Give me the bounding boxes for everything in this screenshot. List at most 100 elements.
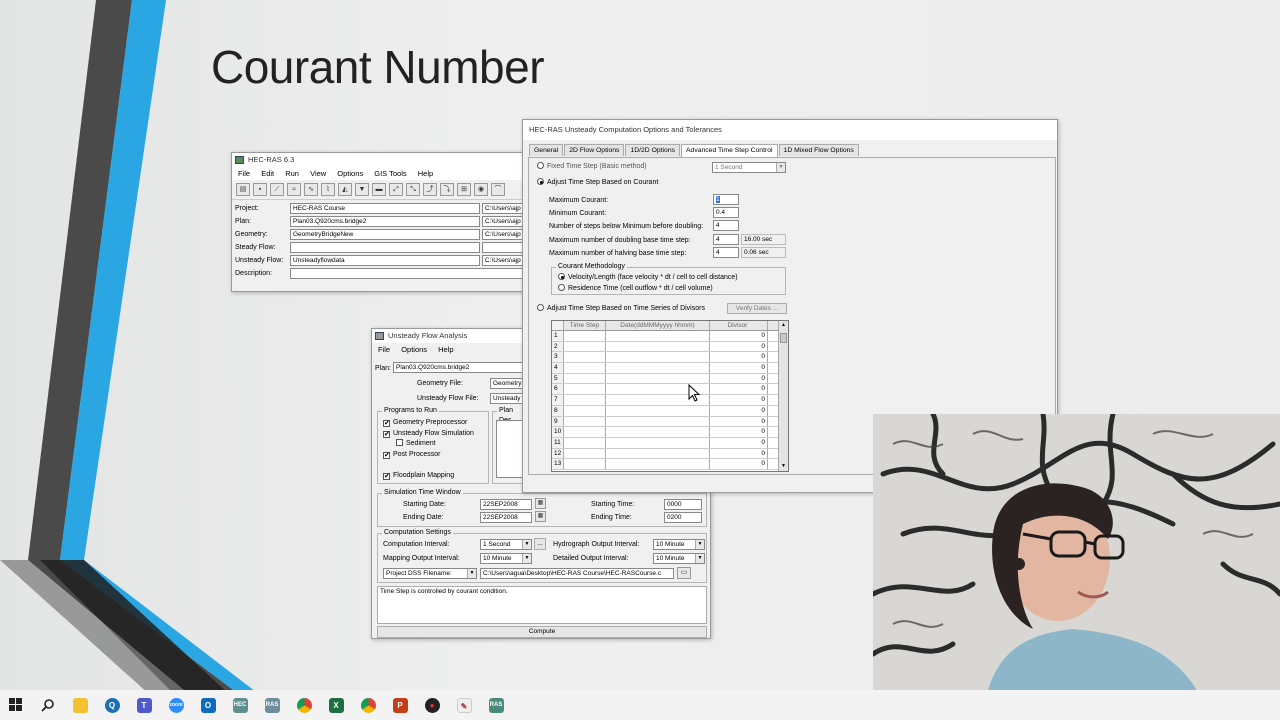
date-cell[interactable] xyxy=(606,437,710,448)
search-icon[interactable] xyxy=(32,690,64,720)
mapping-output-select[interactable]: 10 Minute ▼ xyxy=(480,553,532,564)
browse-folder-icon[interactable]: ▭ xyxy=(677,567,691,579)
compute-button[interactable]: Compute xyxy=(377,626,707,638)
calendar-icon[interactable]: ▦ xyxy=(535,498,546,509)
water-quality-icon[interactable]: ▼ xyxy=(355,183,369,196)
divisor-cell[interactable]: 0 xyxy=(710,416,768,427)
open-folder-icon[interactable]: ▤ xyxy=(236,183,250,196)
max-doubling-field[interactable]: 4 xyxy=(713,234,739,245)
description-field[interactable] xyxy=(290,268,532,279)
geometry-editor-icon[interactable]: ⟋ xyxy=(270,183,284,196)
rating-curve-icon[interactable]: ⌒ xyxy=(491,183,505,196)
table-row[interactable]: 60 xyxy=(552,384,788,396)
powerpoint-icon[interactable]: P xyxy=(384,690,416,720)
max-halving-field[interactable]: 4 xyxy=(713,247,739,258)
steady-flow-icon[interactable]: ≈ xyxy=(287,183,301,196)
date-cell[interactable] xyxy=(606,331,710,341)
time-step-cell[interactable] xyxy=(564,363,606,373)
time-step-cell[interactable] xyxy=(564,373,606,384)
outlook-icon[interactable]: O xyxy=(192,690,224,720)
menu-view[interactable]: View xyxy=(310,169,326,178)
chrome-icon-2[interactable] xyxy=(352,690,384,720)
quicktime-icon[interactable]: Q xyxy=(96,690,128,720)
scroll-thumb[interactable] xyxy=(780,333,787,343)
unsteady-flow-icon[interactable]: ∿ xyxy=(304,183,318,196)
divisor-cell[interactable]: 0 xyxy=(710,373,768,384)
time-step-cell[interactable] xyxy=(564,384,606,395)
unsteady-menu-file[interactable]: File xyxy=(378,345,390,354)
starting-date-field[interactable]: 22SEP2008 xyxy=(480,499,532,510)
table-row[interactable]: 80 xyxy=(552,405,788,417)
checkbox-checked[interactable]: ✔ xyxy=(383,473,390,480)
checkbox-checked[interactable]: ✔ xyxy=(383,420,390,427)
geometry-preprocessor-checkbox[interactable]: ✔ Geometry Preprocessor xyxy=(383,418,467,428)
file-explorer-icon[interactable] xyxy=(64,690,96,720)
table-row[interactable]: 11 0 xyxy=(552,437,788,449)
post-processor-checkbox[interactable]: ✔ Post Processor xyxy=(383,450,440,460)
teams-icon[interactable]: T xyxy=(128,690,160,720)
date-cell[interactable] xyxy=(606,427,710,437)
geometry-file-select[interactable]: Geometry xyxy=(490,378,525,389)
excel-icon[interactable]: X xyxy=(320,690,352,720)
sediment-analysis-icon[interactable]: ⤴ xyxy=(423,183,437,196)
hec-ras-icon[interactable]: HEC xyxy=(224,690,256,720)
time-step-cell[interactable] xyxy=(564,448,606,459)
radio-off[interactable] xyxy=(537,162,544,169)
menu-edit[interactable]: Edit xyxy=(261,169,274,178)
table-row[interactable]: 50 xyxy=(552,373,788,385)
hydrograph-output-select[interactable]: 10 Minute ▼ xyxy=(653,539,705,550)
time-step-cell[interactable] xyxy=(564,352,606,363)
chrome-icon[interactable] xyxy=(288,690,320,720)
table-row[interactable]: 10 0 xyxy=(552,427,788,438)
plan-description-field[interactable] xyxy=(496,420,525,478)
starting-time-field[interactable]: 0000 xyxy=(664,499,702,510)
verify-dates-button[interactable]: Verify Dates ... xyxy=(727,303,787,314)
residence-time-radio[interactable]: Residence Time (cell outflow * dt / cell… xyxy=(558,284,713,294)
date-cell[interactable] xyxy=(606,416,710,427)
radio-off[interactable] xyxy=(537,304,544,311)
table-row[interactable]: 13 0 xyxy=(552,459,788,470)
date-cell[interactable] xyxy=(606,448,710,459)
project-dss-field[interactable]: C:\Users\agua\Desktop\HEC-RAS Course\HEC… xyxy=(480,568,674,579)
divisor-cell[interactable]: 0 xyxy=(710,384,768,395)
divisor-cell[interactable]: 0 xyxy=(710,427,768,437)
date-cell[interactable] xyxy=(606,341,710,352)
table-row[interactable]: 20 xyxy=(552,341,788,353)
windows-start-icon[interactable] xyxy=(0,690,32,720)
hec-ras-icon-2[interactable]: RAS xyxy=(256,690,288,720)
steps-below-min-field[interactable]: 4 xyxy=(713,220,739,231)
checkbox-checked[interactable]: ✔ xyxy=(383,431,390,438)
calendar-icon[interactable]: ▦ xyxy=(535,511,546,522)
quasi-unsteady-icon[interactable]: ⌇ xyxy=(321,183,335,196)
ending-time-field[interactable]: 0200 xyxy=(664,512,702,523)
more-options-button[interactable]: ... xyxy=(534,538,546,550)
app-icon[interactable]: ● xyxy=(416,690,448,720)
date-cell[interactable] xyxy=(606,405,710,416)
divisor-table-scrollbar[interactable]: ▲ ▼ xyxy=(778,321,788,471)
tab-1d-2d-options[interactable]: 1D/2D Options xyxy=(625,144,681,156)
unsteady-menu-help[interactable]: Help xyxy=(438,345,453,354)
min-courant-field[interactable]: 0.4 xyxy=(713,207,739,218)
date-cell[interactable] xyxy=(606,459,710,469)
divisor-cell[interactable]: 0 xyxy=(710,395,768,405)
divisors-radio[interactable]: Adjust Time Step Based on Time Series of… xyxy=(537,304,705,314)
table-row[interactable]: 12 0 xyxy=(552,448,788,460)
table-row[interactable]: 70 xyxy=(552,395,788,406)
time-step-cell[interactable] xyxy=(564,416,606,427)
divisor-cell[interactable]: 0 xyxy=(710,331,768,341)
velocity-length-radio[interactable]: Velocity/Length (face velocity * dt / ce… xyxy=(558,273,738,283)
divisor-cell[interactable]: 0 xyxy=(710,437,768,448)
computation-interval-select[interactable]: 1 Second ▼ xyxy=(480,539,532,550)
max-courant-field[interactable]: 1 xyxy=(713,194,739,205)
divisor-cell[interactable]: 0 xyxy=(710,352,768,363)
time-step-cell[interactable] xyxy=(564,437,606,448)
save-icon[interactable]: ▪ xyxy=(253,183,267,196)
tab-2d-flow-options[interactable]: 2D Flow Options xyxy=(564,144,625,156)
fixed-time-step-select[interactable]: 1 Second ▼ xyxy=(712,162,786,173)
divisor-cell[interactable]: 0 xyxy=(710,459,768,469)
unsteady-menu-options[interactable]: Options xyxy=(401,345,427,354)
time-step-cell[interactable] xyxy=(564,405,606,416)
date-cell[interactable] xyxy=(606,352,710,363)
radio-off[interactable] xyxy=(558,284,565,291)
radio-on[interactable] xyxy=(537,178,544,185)
